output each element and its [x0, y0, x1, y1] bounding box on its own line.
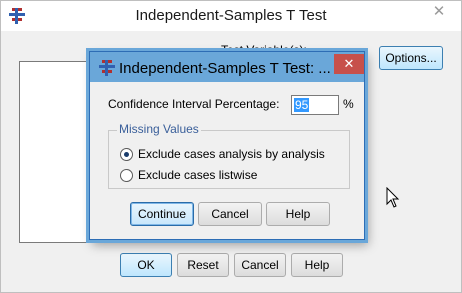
radio-label: Exclude cases analysis by analysis [138, 147, 325, 161]
options-dialog-title: Independent-Samples T Test: ... [119, 60, 331, 77]
confidence-interval-input[interactable]: 95 [291, 95, 339, 115]
spss-app-icon [99, 60, 115, 76]
options-close-icon[interactable]: ✕ [334, 54, 364, 74]
percent-sign: % [343, 97, 354, 111]
options-cancel-button[interactable]: Cancel [198, 202, 262, 226]
missing-values-group: Missing Values Exclude cases analysis by… [108, 122, 350, 189]
source-variable-list[interactable] [19, 61, 91, 243]
radio-unselected-icon[interactable] [120, 169, 133, 182]
main-dialog-title: Independent-Samples T Test [135, 7, 327, 24]
missing-values-legend: Missing Values [117, 122, 201, 136]
confidence-interval-label: Confidence Interval Percentage: [108, 97, 280, 111]
options-help-button[interactable]: Help [266, 202, 330, 226]
options-dialog: Independent-Samples T Test: ... ✕ Confid… [89, 51, 365, 240]
reset-button[interactable]: Reset [177, 253, 229, 277]
mouse-cursor-icon [386, 187, 400, 208]
confidence-interval-value: 95 [294, 98, 310, 112]
ok-button[interactable]: OK [120, 253, 172, 277]
main-titlebar: Independent-Samples T Test ✕ [1, 1, 461, 31]
help-button[interactable]: Help [291, 253, 343, 277]
options-button[interactable]: Options... [379, 46, 443, 70]
radio-label: Exclude cases listwise [138, 168, 258, 182]
continue-button[interactable]: Continue [130, 202, 194, 226]
options-titlebar: Independent-Samples T Test: ... ✕ [90, 52, 364, 82]
main-close-icon[interactable]: ✕ [423, 2, 455, 22]
radio-selected-icon[interactable] [120, 148, 133, 161]
cancel-button[interactable]: Cancel [234, 253, 286, 277]
